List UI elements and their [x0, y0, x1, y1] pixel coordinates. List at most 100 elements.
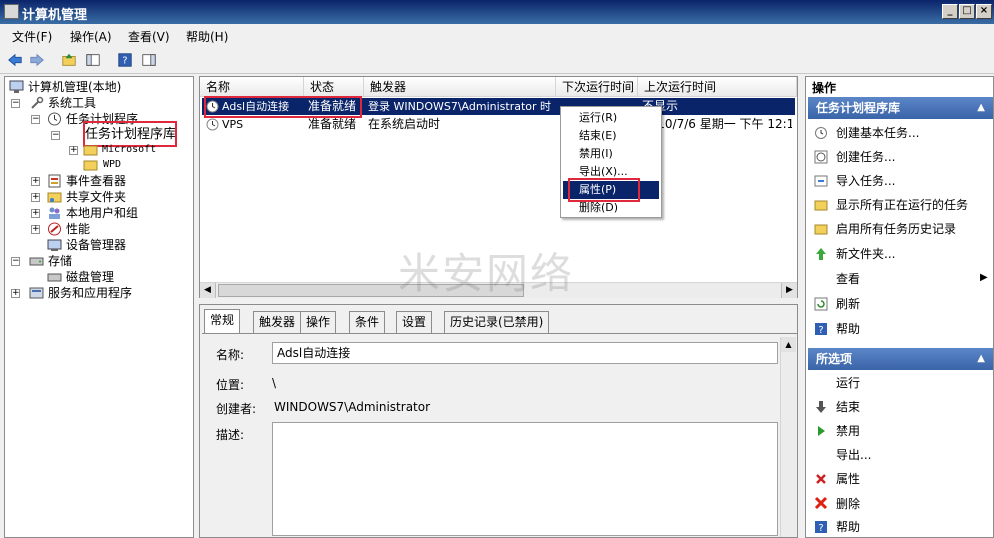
expand-toggle[interactable]: +: [11, 289, 20, 298]
cell-name: VPS: [222, 118, 244, 131]
expand-toggle[interactable]: +: [69, 146, 78, 155]
menu-item-disable[interactable]: 禁用(I): [563, 145, 659, 163]
table-row[interactable]: VPS 准备就绪 在系统启动时 2010/7/6 星期一 下午 12:1: [202, 116, 795, 133]
expand-toggle[interactable]: +: [31, 209, 40, 218]
tree-item-event-viewer[interactable]: + 事件查看器: [31, 173, 191, 189]
section-selected-item-label: 所选项: [816, 352, 853, 366]
back-arrow-icon[interactable]: [6, 51, 24, 69]
forward-arrow-icon[interactable]: [28, 51, 46, 69]
tab-conditions[interactable]: 条件: [349, 311, 386, 333]
collapse-toggle[interactable]: −: [51, 131, 60, 140]
device-manager-icon: [47, 239, 62, 251]
tab-triggers[interactable]: 触发器: [253, 311, 302, 333]
action-help-selected[interactable]: 帮助: [836, 518, 860, 536]
title-bar: 计算机管理 _ □ ×: [0, 0, 994, 24]
column-header-status[interactable]: 状态: [304, 77, 364, 97]
help-icon[interactable]: ?: [116, 51, 134, 69]
collapse-toggle[interactable]: −: [11, 99, 20, 108]
action-disable[interactable]: 禁用: [836, 422, 860, 440]
section-task-library-label: 任务计划程序库: [816, 101, 901, 115]
close-button[interactable]: ×: [976, 4, 992, 19]
tree-item-storage[interactable]: − 存储: [11, 253, 191, 269]
column-header-trigger[interactable]: 触发器: [364, 77, 556, 97]
minimize-button[interactable]: _: [942, 4, 958, 19]
tree-item-services-apps[interactable]: + 服务和应用程序: [11, 285, 191, 301]
up-folder-icon[interactable]: [60, 51, 78, 69]
action-help[interactable]: 帮助: [836, 320, 860, 338]
section-task-library[interactable]: 任务计划程序库 ▲: [808, 97, 993, 119]
tab-history[interactable]: 历史记录(已禁用): [444, 311, 550, 333]
tab-actions[interactable]: 操作: [300, 311, 337, 333]
tree-item-shared-folders[interactable]: + 共享文件夹: [31, 189, 191, 205]
action-delete[interactable]: 删除: [836, 495, 860, 513]
action-export[interactable]: 导出...: [836, 446, 871, 464]
collapse-toggle[interactable]: −: [11, 257, 20, 266]
cell-last-run: 2010/7/6 星期一 下午 12:1: [642, 117, 792, 131]
collapse-up-icon[interactable]: ▲: [977, 348, 985, 370]
tree-item-microsoft[interactable]: + Microsoft: [69, 143, 193, 157]
scroll-right-arrow-icon[interactable]: ▶: [781, 283, 797, 298]
disk-icon: [47, 273, 62, 282]
tree-item-device-manager[interactable]: 设备管理器: [47, 237, 191, 253]
collapse-toggle[interactable]: −: [31, 115, 40, 124]
shared-folder-icon: [47, 192, 62, 203]
menu-help[interactable]: 帮助(H): [186, 28, 228, 45]
column-header-name[interactable]: 名称: [200, 77, 304, 97]
maximize-button[interactable]: □: [959, 4, 975, 19]
help-icon: ?: [815, 323, 827, 336]
general-tab-panel: 名称: Adsl自动连接 位置: \ 创建者: WINDOWS7\Adminis…: [202, 333, 797, 537]
description-field[interactable]: [272, 422, 778, 536]
event-viewer-icon: [48, 174, 61, 188]
storage-icon: [29, 257, 44, 266]
tree-item-system-tools[interactable]: − 系统工具: [11, 95, 191, 111]
toolbar: ?: [0, 46, 994, 74]
services-icon: [29, 287, 44, 299]
detail-vertical-scrollbar[interactable]: ▲: [780, 337, 796, 537]
action-refresh[interactable]: 刷新: [836, 295, 860, 313]
menu-file[interactable]: 文件(F): [12, 28, 52, 45]
collapse-up-icon[interactable]: ▲: [977, 97, 985, 119]
history-icon: [814, 224, 828, 235]
menu-item-run[interactable]: 运行(R): [563, 109, 659, 127]
action-show-running-tasks[interactable]: 显示所有正在运行的任务: [836, 196, 968, 214]
disable-play-icon: [818, 426, 825, 436]
description-label: 描述:: [216, 428, 245, 442]
action-properties[interactable]: 属性: [836, 470, 860, 488]
expand-toggle[interactable]: +: [31, 225, 40, 234]
action-view[interactable]: 查看: [836, 270, 860, 288]
tab-general[interactable]: 常规: [204, 309, 241, 333]
actions-pane: 操作 任务计划程序库 ▲ 创建基本任务... 创建任务... 导入任务... 显…: [805, 76, 994, 538]
action-new-folder[interactable]: 新文件夹...: [836, 245, 895, 263]
action-end[interactable]: 结束: [836, 398, 860, 416]
show-hide-tree-icon[interactable]: [84, 51, 102, 69]
tree-item-performance[interactable]: + 性能: [31, 221, 191, 237]
menu-view[interactable]: 查看(V): [128, 28, 170, 45]
expand-toggle[interactable]: +: [31, 193, 40, 202]
author-value: WINDOWS7\Administrator: [274, 400, 431, 414]
cell-status: 准备就绪: [308, 117, 357, 131]
new-folder-icon: [816, 248, 826, 260]
tree-item-disk-management[interactable]: 磁盘管理: [47, 269, 191, 285]
menu-item-end[interactable]: 结束(E): [563, 127, 659, 145]
tab-settings[interactable]: 设置: [396, 311, 433, 333]
task-name-field[interactable]: Adsl自动连接: [272, 342, 778, 364]
tree-item-local-users[interactable]: + 本地用户和组: [31, 205, 191, 221]
menu-action[interactable]: 操作(A): [70, 28, 112, 45]
computer-management-icon: [4, 4, 19, 19]
tree-item-wpd[interactable]: WPD: [83, 157, 193, 173]
expand-toggle[interactable]: +: [31, 177, 40, 186]
create-basic-task-icon: [815, 127, 827, 139]
scroll-left-arrow-icon[interactable]: ◀: [200, 283, 216, 298]
section-selected-item[interactable]: 所选项 ▲: [808, 348, 993, 370]
column-header-next-run[interactable]: 下次运行时间: [556, 77, 638, 97]
show-hide-action-pane-icon[interactable]: [140, 51, 158, 69]
action-import-task[interactable]: 导入任务...: [836, 172, 895, 190]
scroll-up-arrow-icon[interactable]: ▲: [781, 337, 796, 352]
action-create-basic-task[interactable]: 创建基本任务...: [836, 124, 919, 142]
action-run[interactable]: 运行: [836, 374, 860, 392]
tree-label-root: 计算机管理(本地): [28, 80, 122, 94]
action-enable-history[interactable]: 启用所有任务历史记录: [836, 220, 956, 238]
column-header-last-run[interactable]: 上次运行时间: [638, 77, 797, 97]
performance-icon: [48, 222, 61, 236]
action-create-task[interactable]: 创建任务...: [836, 148, 895, 166]
